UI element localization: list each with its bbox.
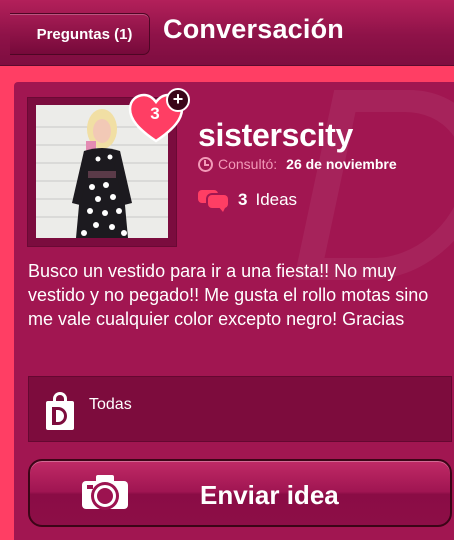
back-button-label: Preguntas (1) bbox=[36, 25, 133, 43]
category-filter[interactable]: Todas bbox=[28, 376, 452, 442]
speech-bubbles-icon bbox=[198, 188, 230, 212]
ideas-count: 3 bbox=[238, 190, 248, 209]
ideas-label: Ideas bbox=[255, 190, 298, 209]
camera-icon bbox=[82, 475, 128, 509]
consult-label: Consultó: bbox=[218, 156, 278, 172]
send-idea-button[interactable]: Enviar idea bbox=[28, 459, 452, 527]
ideas-badge-count: 3 bbox=[150, 104, 160, 123]
page-title: Conversación bbox=[163, 14, 344, 44]
consult-date: 26 de noviembre bbox=[286, 156, 397, 172]
question-text: Busco un vestido para ir a una fiesta!! … bbox=[28, 261, 429, 329]
category-label: Todas bbox=[89, 396, 132, 413]
ideas-row[interactable]: 3 Ideas bbox=[198, 188, 297, 212]
back-button[interactable]: Preguntas (1) bbox=[10, 13, 150, 55]
shopping-bag-icon bbox=[46, 392, 74, 430]
clock-icon bbox=[198, 156, 213, 172]
send-idea-label: Enviar idea bbox=[200, 480, 339, 510]
username[interactable]: sisterscity bbox=[198, 117, 353, 154]
consult-date-row: Consultó: 26 de noviembre bbox=[198, 155, 397, 173]
add-idea-plus-icon[interactable]: + bbox=[166, 88, 190, 112]
top-bar: Preguntas (1) Conversación bbox=[0, 0, 454, 66]
